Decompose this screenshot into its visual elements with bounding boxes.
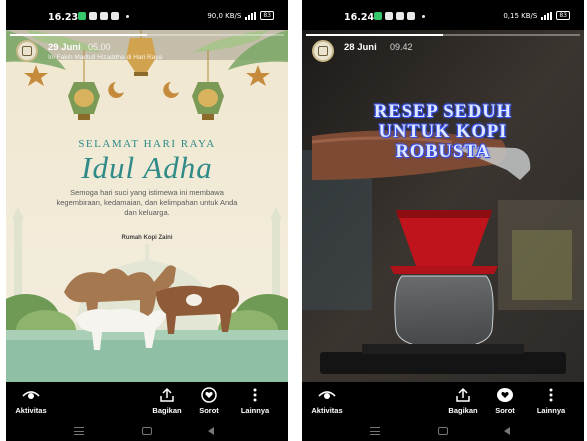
app-notification-icon xyxy=(89,12,97,20)
signal-icon xyxy=(541,11,553,20)
more-vertical-icon xyxy=(253,388,257,402)
app-notification-icon xyxy=(78,12,86,20)
story-time: 05.00 xyxy=(88,42,111,52)
greeting-title: Idul Adha xyxy=(81,150,213,185)
screenshot-stage: 16.23 90,0 KB/S 83 29 Juni 05.00 Ini Fak… xyxy=(0,0,587,441)
overlay-line: UNTUK KOPI xyxy=(378,122,508,142)
app-notification-icon xyxy=(396,12,404,20)
app-notification-icon xyxy=(100,12,108,20)
story-action-bar: Aktivitas Bagikan Sorot Lainnya xyxy=(302,382,584,422)
story-content[interactable]: 29 Juni 05.00 Ini Fakih Madtull Hizaddha… xyxy=(6,30,288,382)
highlight-button[interactable]: Sorot xyxy=(480,387,530,415)
network-speed: 0,15 KB/S xyxy=(503,11,538,20)
greeting-message: Semoga hari suci yang istimewa ini memba… xyxy=(56,188,238,217)
story-overlay-title: RESEP SEDUH UNTUK KOPI ROBUSTA xyxy=(302,102,584,162)
phone-right: 16.24 0,15 KB/S 83 28 Juni 09.42 RESEP S… xyxy=(302,0,584,441)
more-notifications-icon xyxy=(422,14,425,18)
highlight-button[interactable]: Sorot xyxy=(184,387,234,415)
app-notification-icon xyxy=(111,12,119,20)
story-date: 28 Juni xyxy=(344,42,377,53)
system-icons: 90,0 KB/S 83 xyxy=(207,11,274,20)
profile-avatar[interactable] xyxy=(312,40,334,62)
home-icon[interactable] xyxy=(438,427,448,435)
app-notification-icon xyxy=(385,12,393,20)
story-header: 28 Juni 09.42 xyxy=(302,38,584,66)
phone-left: 16.23 90,0 KB/S 83 29 Juni 05.00 Ini Fak… xyxy=(6,0,288,441)
highlight-label: Sorot xyxy=(495,406,515,415)
more-label: Lainnya xyxy=(240,406,270,415)
activity-label: Aktivitas xyxy=(311,406,343,415)
recent-apps-icon[interactable] xyxy=(74,427,84,435)
overlay-line: RESEP SEDUH xyxy=(374,102,512,122)
profile-avatar[interactable] xyxy=(16,40,38,62)
more-button[interactable]: Lainnya xyxy=(526,387,576,415)
notification-icons xyxy=(78,12,129,20)
recent-apps-icon[interactable] xyxy=(370,427,380,435)
eye-icon xyxy=(22,391,40,399)
signal-icon xyxy=(245,11,257,20)
activity-button[interactable]: Aktivitas xyxy=(6,387,56,415)
activity-button[interactable]: Aktivitas xyxy=(302,387,352,415)
more-vertical-icon xyxy=(549,388,553,402)
story-progress-bar xyxy=(10,34,284,36)
status-bar: 16.23 90,0 KB/S 83 xyxy=(6,0,288,34)
battery-icon: 83 xyxy=(260,11,274,20)
system-icons: 0,15 KB/S 83 xyxy=(503,11,570,20)
overlay-line: ROBUSTA xyxy=(395,142,491,162)
eye-icon xyxy=(318,391,336,399)
share-icon xyxy=(160,387,174,402)
battery-icon: 83 xyxy=(556,11,570,20)
highlight-label: Sorot xyxy=(199,406,219,415)
story-subtitle: Ini Fakih Madtull Hizaddha di Hari Raya xyxy=(48,54,163,61)
back-icon[interactable] xyxy=(208,427,214,435)
greeting-heading: SELAMAT HARI RAYA xyxy=(78,138,216,150)
story-date: 29 Juni xyxy=(48,42,81,53)
status-time: 16.23 xyxy=(48,12,79,23)
coffee-brewing-photo xyxy=(302,30,584,382)
network-speed: 90,0 KB/S xyxy=(207,11,242,20)
story-action-bar: Aktivitas Bagikan Sorot Lainnya xyxy=(6,382,288,422)
more-button[interactable]: Lainnya xyxy=(230,387,280,415)
system-navigation-bar xyxy=(302,422,584,441)
notification-icons xyxy=(374,12,425,20)
heart-circle-icon xyxy=(201,387,217,403)
story-progress-bar xyxy=(306,34,580,36)
story-content[interactable]: 28 Juni 09.42 RESEP SEDUH UNTUK KOPI ROB… xyxy=(302,30,584,382)
more-notifications-icon xyxy=(126,14,129,18)
heart-circle-icon xyxy=(497,388,513,402)
home-icon[interactable] xyxy=(142,427,152,435)
system-navigation-bar xyxy=(6,422,288,441)
greeting-signature: Rumah Kopi Zaini xyxy=(121,235,173,241)
share-icon xyxy=(456,387,470,402)
story-header: 29 Juni 05.00 Ini Fakih Madtull Hizaddha… xyxy=(6,38,288,66)
more-label: Lainnya xyxy=(536,406,566,415)
status-time: 16.24 xyxy=(344,12,375,23)
activity-label: Aktivitas xyxy=(15,406,47,415)
app-notification-icon xyxy=(374,12,382,20)
status-bar: 16.24 0,15 KB/S 83 xyxy=(302,0,584,34)
app-notification-icon xyxy=(407,12,415,20)
back-icon[interactable] xyxy=(504,427,510,435)
story-time: 09.42 xyxy=(390,42,413,52)
